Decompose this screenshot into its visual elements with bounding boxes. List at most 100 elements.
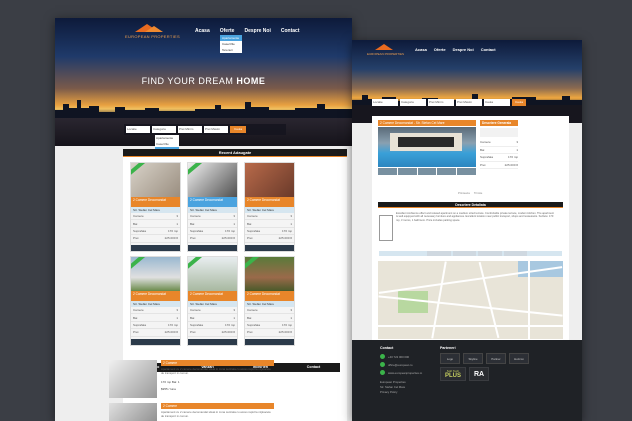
listing-title[interactable]: 2 Camere Decomandat bbox=[245, 197, 294, 207]
floor-plan-icon bbox=[379, 215, 393, 241]
footer-email[interactable]: office@european.ro bbox=[388, 363, 413, 367]
nav-item-about[interactable]: Despre Noi bbox=[244, 28, 270, 34]
listing-card[interactable]: 2 Camere Decomandat Str. Stefan Cel Mare… bbox=[244, 256, 295, 346]
listing-card[interactable]: 2 Camere Decomandat Str. Stefan Cel Mare… bbox=[187, 256, 238, 346]
row-label: Bai bbox=[133, 221, 138, 226]
thumbnail[interactable] bbox=[478, 251, 502, 256]
listing-card[interactable]: 2 Camere Decomandat Str. Stefan Cel Mare… bbox=[130, 256, 181, 346]
thumbnail[interactable] bbox=[427, 251, 451, 256]
min-price-select[interactable]: Pret Minim bbox=[428, 99, 454, 106]
list-item-title[interactable]: 2 Camere bbox=[161, 360, 274, 366]
row-label: Bai bbox=[247, 315, 252, 320]
send-link[interactable]: Trimite bbox=[474, 191, 482, 195]
list-item[interactable]: 2 Camere Apartament cu 2 camere decomand… bbox=[109, 360, 274, 398]
row-label: Bai bbox=[190, 315, 195, 320]
list-item-title[interactable]: 2 Camere bbox=[161, 403, 274, 409]
detail-row: Pret 225.000 € bbox=[480, 162, 518, 170]
nav-item-offers[interactable]: Oferte bbox=[220, 28, 235, 34]
map-road bbox=[378, 266, 563, 294]
thumbnail[interactable] bbox=[437, 168, 457, 175]
extra-select[interactable]: Cauta bbox=[484, 99, 510, 106]
listing-card[interactable]: 2 Camere Decomandat Str. Stefan Cel Mare… bbox=[187, 162, 238, 252]
main-nav: Acasa Oferte Despre Noi Contact bbox=[415, 47, 496, 52]
property-detail-mockup: EUROPEAN PROPERTIES Acasa Oferte Despre … bbox=[352, 40, 582, 421]
row-label: Bai bbox=[190, 221, 195, 226]
footer-website[interactable]: www.europeanproperties.ro bbox=[388, 371, 422, 375]
footer-phone[interactable]: +40 722 000 000 bbox=[388, 355, 409, 359]
row-value: 1 bbox=[176, 221, 178, 226]
listing-title[interactable]: 2 Camere Decomandat bbox=[131, 291, 180, 301]
thumbnail[interactable] bbox=[417, 168, 437, 175]
list-item-price: $955 / luna bbox=[161, 387, 176, 391]
row-label: Suprafata bbox=[133, 228, 147, 233]
site-logo[interactable]: EUROPEAN PROPERTIES bbox=[125, 24, 185, 42]
list-item-photo[interactable] bbox=[109, 403, 157, 421]
nav-item-about[interactable]: Despre Noi bbox=[453, 47, 474, 52]
thumbnail[interactable] bbox=[503, 251, 527, 256]
row-label: Bai bbox=[133, 315, 138, 320]
mini-thumbnails bbox=[427, 251, 527, 256]
listing-card[interactable]: 2 Camere Decomandat Str. Stefan Cel Mare… bbox=[244, 162, 295, 252]
row-label: Suprafata bbox=[190, 322, 204, 327]
location-select[interactable]: Locatie bbox=[372, 99, 398, 106]
nav-item-contact[interactable]: Contact bbox=[281, 28, 300, 34]
listing-title[interactable]: 2 Camere Decomandat bbox=[188, 291, 237, 301]
thumbnail[interactable] bbox=[397, 168, 417, 175]
partner-logo[interactable]: Horizon bbox=[509, 353, 529, 364]
row-label: Pret bbox=[133, 236, 139, 241]
location-map[interactable] bbox=[378, 261, 563, 339]
list-item-description: Apartament cu 2 camere decomandat situat… bbox=[161, 367, 271, 375]
max-price-select[interactable]: Pret Maxim bbox=[204, 126, 228, 133]
row-value: 3 bbox=[176, 214, 178, 219]
softtech-plus-logo[interactable]: Soft Tech PLUS bbox=[440, 367, 466, 381]
listing-title[interactable]: 2 Camere Decomandat bbox=[245, 291, 294, 301]
dropdown-item-land[interactable]: Terenuri bbox=[220, 47, 242, 53]
listing-row: Bai 1 bbox=[188, 220, 237, 228]
hero-banner: EUROPEAN PROPERTIES Acasa Oferte Despre … bbox=[352, 40, 582, 123]
nav-item-home[interactable]: Acasa bbox=[415, 47, 427, 52]
row-value: 3 bbox=[290, 214, 292, 219]
category-select[interactable]: Categorie bbox=[400, 99, 426, 106]
partner-logo[interactable]: Partner bbox=[486, 353, 506, 364]
nav-item-contact[interactable]: Contact bbox=[481, 47, 496, 52]
search-button[interactable]: Cauta bbox=[512, 99, 526, 106]
partner-logo[interactable]: Skyline bbox=[463, 353, 483, 364]
thumbnail[interactable] bbox=[378, 168, 397, 175]
main-property-photo[interactable] bbox=[378, 127, 476, 167]
hero-title-bold: HOME bbox=[236, 76, 266, 86]
general-description-header: Descriere Generala bbox=[480, 120, 518, 126]
partner-logo[interactable]: Logo bbox=[440, 353, 460, 364]
homepage-mockup: EUROPEAN PROPERTIES Acasa Oferte Despre … bbox=[55, 18, 352, 421]
min-price-select[interactable]: Pret Minim bbox=[178, 126, 202, 133]
thumbnail[interactable] bbox=[452, 251, 476, 256]
tab-contact[interactable]: Contact bbox=[287, 363, 340, 372]
site-logo[interactable]: EUROPEAN PROPERTIES bbox=[367, 44, 413, 58]
list-item[interactable]: 2 Camere Apartament cu 2 camere decomand… bbox=[109, 403, 274, 421]
listing-row: Camere 3 bbox=[245, 213, 294, 221]
max-price-select[interactable]: Pret Maxim bbox=[456, 99, 482, 106]
hero-title-prefix: FIND YOUR DREAM bbox=[141, 76, 234, 86]
plus-logo-bottom: PLUS bbox=[444, 373, 461, 379]
row-label: Camere bbox=[133, 214, 144, 219]
listing-row: Bai 1 bbox=[245, 314, 294, 322]
ra-logo[interactable]: RA bbox=[469, 367, 489, 381]
footer-privacy-link[interactable]: Privacy Policy bbox=[380, 390, 397, 394]
listing-card[interactable]: 2 Camere Decomandat Str. Stefan Cel Mare… bbox=[130, 162, 181, 252]
general-description-panel: Camere 3 Bai 1 Suprafata 170 mp Pret 225.000… bbox=[480, 128, 518, 170]
hero-title: FIND YOUR DREAM HOME bbox=[55, 76, 352, 86]
row-label: Camere bbox=[190, 308, 201, 313]
thumbnail[interactable] bbox=[457, 168, 476, 175]
listing-photo[interactable] bbox=[245, 163, 294, 197]
list-item-photo[interactable] bbox=[109, 360, 157, 398]
print-link[interactable]: Printeaza bbox=[458, 191, 470, 195]
map-road bbox=[528, 261, 530, 339]
footer-address: Str. Stefan Cel Mare bbox=[380, 385, 406, 389]
location-select[interactable]: Locatie bbox=[126, 126, 150, 133]
search-button[interactable]: Cauta bbox=[230, 126, 246, 133]
listing-title[interactable]: 2 Camere Decomandat bbox=[131, 197, 180, 207]
nav-item-offers[interactable]: Oferte bbox=[434, 47, 446, 52]
category-select[interactable]: Categorie bbox=[152, 126, 176, 133]
listing-title[interactable]: 2 Camere Decomandat bbox=[188, 197, 237, 207]
nav-item-home[interactable]: Acasa bbox=[195, 28, 210, 34]
listing-row: Bai 1 bbox=[131, 220, 180, 228]
